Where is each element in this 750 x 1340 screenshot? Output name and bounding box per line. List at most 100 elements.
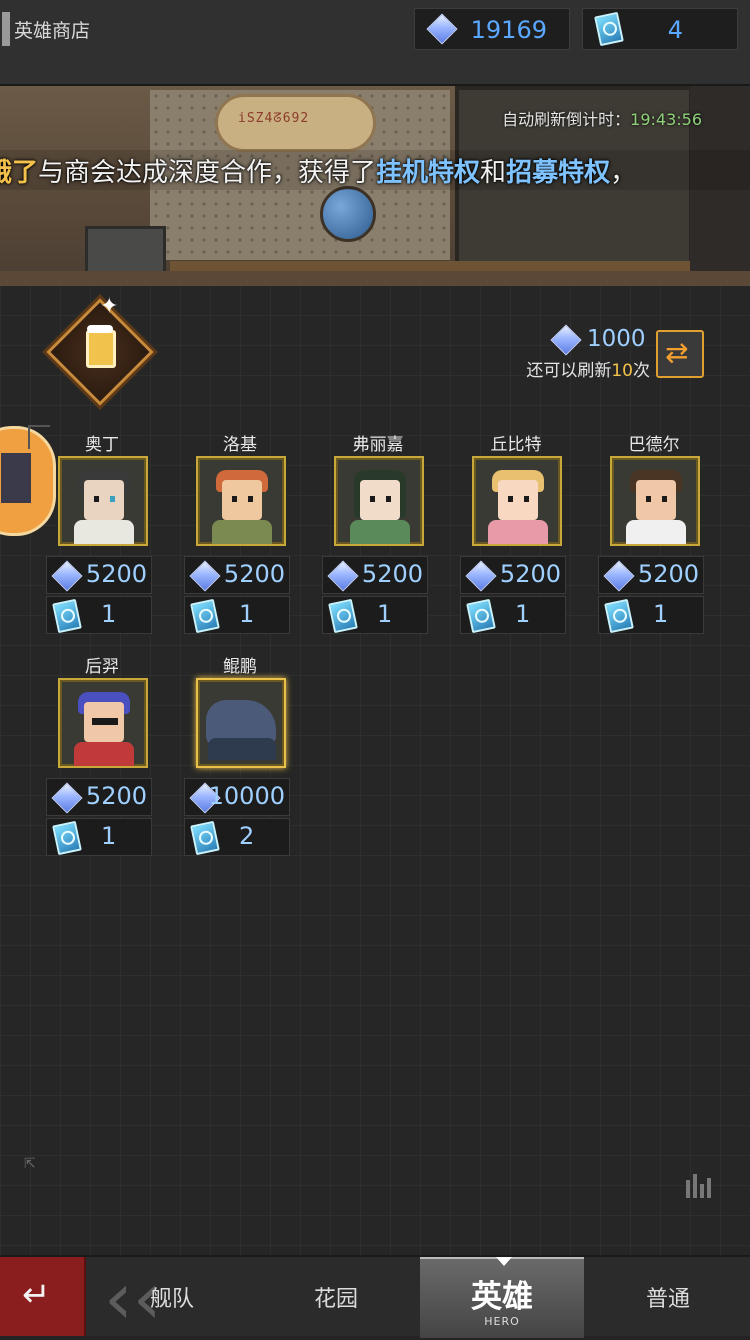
ticket-price-box[interactable]: 1	[322, 596, 428, 634]
price-box[interactable]: 5200	[46, 778, 152, 816]
beer-icon	[86, 325, 116, 368]
marquee-privilege-2: 招募特权	[506, 158, 611, 188]
countdown-label: 自动刷新倒计时：	[502, 110, 631, 129]
sunglasses	[92, 718, 118, 725]
hero-name: 后羿	[85, 657, 119, 677]
refresh-remaining-suffix: 次	[633, 361, 650, 381]
hero-name: 洛基	[223, 435, 257, 455]
hero-ticket-cost: 1	[101, 600, 117, 628]
price-box[interactable]: 5200	[184, 556, 290, 594]
tab-hero[interactable]: 英雄 HERO	[420, 1257, 584, 1338]
portrait-face	[636, 480, 676, 520]
ticket-icon	[52, 820, 82, 856]
portrait-body	[74, 520, 134, 544]
hero-name: 鲲鹏	[223, 657, 257, 677]
hero-portrait[interactable]	[472, 456, 562, 546]
hero-card-cupid[interactable]: 丘比特 5200 1	[460, 430, 566, 650]
portrait-body	[626, 520, 686, 544]
portrait-eye	[386, 496, 391, 502]
diamond-icon	[327, 560, 359, 592]
marquee-text: 饿了与商会达成深度合作，获得了挂机特权和招募特权，	[0, 152, 636, 189]
hero-portrait[interactable]	[58, 456, 148, 546]
refresh-remaining-count: 10	[611, 361, 633, 381]
marquee-tail: ，	[610, 158, 637, 188]
marquee-and: 和	[480, 158, 507, 188]
page-title: 英雄商店	[14, 20, 91, 42]
price-box[interactable]: 5200	[322, 556, 428, 594]
back-button[interactable]: ↵	[0, 1257, 86, 1336]
portrait-eye	[370, 496, 375, 502]
hero-ticket-cost: 1	[101, 822, 117, 850]
portrait-eye	[232, 496, 237, 502]
hero-portrait[interactable]	[58, 678, 148, 768]
tab-label: 英雄	[471, 1279, 533, 1315]
hero-card-loki[interactable]: 洛基 5200 1	[184, 430, 290, 650]
hero-ticket-cost: 1	[239, 600, 255, 628]
shop-sign: iSZ4ᘔ692	[215, 94, 376, 152]
countdown-time: 19:43:56	[630, 110, 702, 129]
hero-card-kunpeng[interactable]: 鲲鹏 10000 2	[184, 652, 290, 872]
globe-prop	[320, 186, 376, 242]
hero-card-houyi[interactable]: 后羿 5200 1	[46, 652, 152, 872]
ticket-price-box[interactable]: 1	[184, 596, 290, 634]
refresh-remaining-prefix: 还可以刷新	[526, 361, 612, 381]
active-tab-notch	[496, 1257, 512, 1266]
tab-normal[interactable]: 普通	[608, 1257, 728, 1336]
ticket-price-box[interactable]: 2	[184, 818, 290, 856]
marquee-privilege-1: 挂机特权	[376, 158, 481, 188]
hero-portrait[interactable]	[610, 456, 700, 546]
tab-sublabel: HERO	[484, 1315, 520, 1328]
hero-card-odin[interactable]: 奥丁 5200 1	[46, 430, 152, 650]
side-avatar-figure	[1, 453, 31, 503]
tab-garden[interactable]: 花园	[276, 1257, 396, 1336]
refresh-icon: ⇄	[665, 336, 689, 369]
portrait-eye	[646, 496, 651, 502]
hero-card-frigg[interactable]: 弗丽嘉 5200 1	[322, 430, 428, 650]
diamond-icon	[550, 324, 582, 356]
ticket-icon	[604, 598, 634, 634]
ticket-icon	[190, 820, 220, 856]
portrait-body	[212, 520, 272, 544]
hero-card-baldr[interactable]: 巴德尔 5200 1	[598, 430, 704, 650]
hero-ticket-cost: 2	[239, 822, 255, 850]
refresh-button[interactable]: ⇄	[656, 330, 704, 378]
marquee-body: 与商会达成深度合作，获得了	[38, 158, 377, 188]
portrait-eye	[524, 496, 529, 502]
counter-prop	[0, 271, 750, 286]
hero-price: 5200	[223, 560, 285, 588]
portrait-eye	[94, 496, 99, 502]
hero-portrait[interactable]	[196, 456, 286, 546]
hero-name: 丘比特	[490, 435, 542, 455]
hero-ticket-cost: 1	[515, 600, 531, 628]
ticket-price-box[interactable]: 1	[598, 596, 704, 634]
hero-portrait[interactable]	[334, 456, 424, 546]
shop-badge: ✦	[46, 294, 154, 406]
portrait-eye	[508, 496, 513, 502]
expand-icon[interactable]: ⇱	[24, 1156, 36, 1172]
announcement-marquee: 饿了与商会达成深度合作，获得了挂机特权和招募特权，	[0, 150, 750, 190]
ticket-icon	[52, 598, 82, 634]
price-box[interactable]: 5200	[598, 556, 704, 594]
refresh-countdown: 自动刷新倒计时：19:43:56	[502, 106, 702, 130]
equalizer-icon[interactable]	[686, 1158, 716, 1198]
hero-portrait[interactable]	[196, 678, 286, 768]
portrait-body	[74, 742, 134, 766]
tab-fleet[interactable]: 舰队	[112, 1257, 232, 1336]
sparkle-icon: ✦	[100, 294, 119, 319]
ticket-price-box[interactable]: 1	[46, 596, 152, 634]
hero-price: 5200	[499, 560, 561, 588]
price-box[interactable]: 10000	[184, 778, 290, 816]
portrait-face	[498, 480, 538, 520]
price-box[interactable]: 5200	[46, 556, 152, 594]
price-box[interactable]: 5200	[460, 556, 566, 594]
ticket-price-box[interactable]: 1	[46, 818, 152, 856]
portrait-face	[360, 480, 400, 520]
portrait-face	[222, 480, 262, 520]
marquee-player: 饿了	[0, 158, 39, 188]
diamond-icon	[426, 13, 458, 45]
ticket-price-box[interactable]: 1	[460, 596, 566, 634]
hero-price: 10000	[208, 782, 285, 810]
bottom-nav: ↵ ‹‹ 舰队 花园 英雄 HERO 普通	[0, 1255, 750, 1338]
ticket-icon	[594, 11, 624, 47]
shop-sign-text: iSZ4ᘔ692	[238, 111, 310, 126]
